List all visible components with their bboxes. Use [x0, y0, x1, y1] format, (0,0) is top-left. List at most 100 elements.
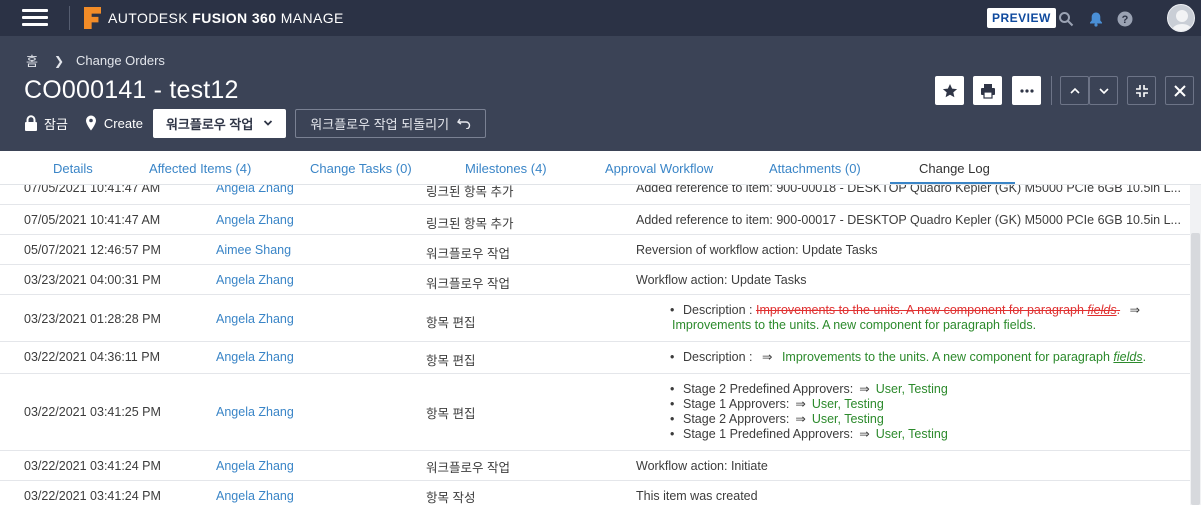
- log-user-link[interactable]: Aimee Shang: [216, 243, 291, 257]
- close-button[interactable]: [1165, 76, 1194, 105]
- app-title: AUTODESK FUSION 360 MANAGE: [108, 10, 344, 26]
- table-row: 03/23/2021 01:28:28 PM Angela Zhang 항목 편…: [0, 295, 1190, 342]
- undo-workflow-label: 워크플로우 작업 되돌리기: [310, 116, 450, 132]
- item-header: 홈 ❯ Change Orders CO000141 - test12 잠금 C…: [0, 36, 1201, 151]
- old-value-italic: fields: [1087, 303, 1117, 317]
- tab-details[interactable]: Details: [53, 161, 93, 176]
- collapse-button[interactable]: [1127, 76, 1156, 105]
- tab-bar: Details Affected Items (4) Change Tasks …: [0, 151, 1201, 185]
- svg-text:?: ?: [1122, 14, 1129, 26]
- change-field: Stage 1 Predefined Approvers:: [683, 427, 854, 441]
- fusion-logo: [84, 7, 101, 29]
- collapse-icon: [1135, 84, 1148, 97]
- change-arrow: ⇒: [761, 350, 773, 364]
- table-row: 03/22/2021 03:41:25 PM Angela Zhang 항목 편…: [0, 374, 1190, 451]
- log-action: 링크된 항목 추가: [426, 185, 514, 199]
- change-log-table: 07/05/2021 10:41:47 AM Angela Zhang 링크된 …: [0, 185, 1190, 505]
- undo-workflow-button[interactable]: 워크플로우 작업 되돌리기: [295, 108, 487, 138]
- log-action: 항목 작성: [426, 491, 476, 505]
- breadcrumb-section[interactable]: Change Orders: [76, 53, 165, 68]
- tab-change-log[interactable]: Change Log: [919, 161, 990, 176]
- edit-details: • Stage 2 Predefined Approvers: ⇒ User, Tes…: [670, 382, 948, 442]
- avatar[interactable]: [1167, 4, 1195, 32]
- status-row: 잠금 Create 워크플로우 작업 워크플로우 작업 되돌리기: [24, 108, 487, 138]
- bullet: •: [670, 350, 675, 364]
- log-action: 항목 편집: [426, 316, 476, 330]
- log-action: 항목 편집: [426, 407, 476, 421]
- tab-attachments[interactable]: Attachments (0): [769, 161, 861, 176]
- old-value: Improvements to the units. A new compone…: [756, 303, 1120, 317]
- product-name: FUSION 360: [192, 10, 277, 26]
- next-item-button[interactable]: [1089, 76, 1118, 105]
- old-value-text: Improvements to the units. A new compone…: [755, 303, 1088, 317]
- tab-affected-items[interactable]: Affected Items (4): [149, 161, 251, 176]
- location-pin-icon: [85, 115, 96, 131]
- log-user-link[interactable]: Angela Zhang: [216, 405, 294, 419]
- divider: [69, 6, 70, 30]
- log-description: Added reference to item: 900-00018 - DES…: [636, 185, 1181, 195]
- workflow-action-button[interactable]: 워크플로우 작업: [152, 108, 287, 138]
- log-date: 07/05/2021 10:41:47 AM: [24, 213, 161, 227]
- bullet: •: [670, 303, 675, 317]
- log-description: This item was created: [636, 489, 758, 503]
- preview-badge[interactable]: PREVIEW: [987, 8, 1056, 28]
- help-icon[interactable]: ?: [1117, 11, 1133, 27]
- bullet: •: [670, 412, 675, 426]
- change-field: Stage 2 Approvers:: [683, 412, 790, 426]
- edit-details: • Description : ⇒ Improvements to the uni…: [670, 350, 1146, 365]
- log-date: 07/05/2021 10:41:47 AM: [24, 185, 161, 195]
- log-action: 워크플로우 작업: [426, 247, 510, 261]
- edit-field-label: Description :: [683, 303, 753, 317]
- breadcrumb-home[interactable]: 홈: [26, 51, 38, 70]
- change-line: • Stage 2 Predefined Approvers: ⇒ User, Tes…: [670, 382, 948, 397]
- log-user-link[interactable]: Angela Zhang: [216, 459, 294, 473]
- chevron-right-icon: ❯: [53, 53, 65, 68]
- change-field: Stage 1 Approvers:: [683, 397, 790, 411]
- edit-details: • Description : Improvements to the units…: [670, 303, 1146, 333]
- chevron-down-icon: [264, 120, 273, 126]
- scrollbar-thumb[interactable]: [1191, 233, 1200, 505]
- lock-label: 잠금: [44, 116, 68, 132]
- log-date: 03/22/2021 03:41:24 PM: [24, 459, 161, 473]
- new-value: User, Testing: [875, 382, 948, 396]
- tab-approval-workflow[interactable]: Approval Workflow: [605, 161, 713, 176]
- search-icon[interactable]: [1058, 11, 1074, 27]
- bookmark-button[interactable]: [935, 76, 964, 105]
- active-tab-indicator: [890, 182, 1015, 184]
- log-action: 워크플로우 작업: [426, 277, 510, 291]
- log-user-link[interactable]: Angela Zhang: [216, 350, 294, 364]
- chevron-up-icon: [1069, 87, 1080, 94]
- close-icon: [1173, 84, 1186, 97]
- change-arrow: ⇒: [795, 397, 806, 411]
- old-value-end: .: [1116, 303, 1121, 317]
- log-user-link[interactable]: Angela Zhang: [216, 185, 294, 195]
- change-arrow: ⇒: [859, 382, 870, 396]
- table-row: 03/22/2021 03:41:24 PM Angela Zhang 항목 작…: [0, 481, 1190, 505]
- edit-field-label: Description :: [683, 350, 753, 364]
- print-button[interactable]: [973, 76, 1002, 105]
- star-icon: [942, 83, 957, 97]
- bullet: •: [670, 382, 675, 396]
- menu-icon[interactable]: [22, 9, 48, 27]
- module-name: MANAGE: [280, 10, 344, 26]
- log-user-link[interactable]: Angela Zhang: [216, 213, 294, 227]
- log-user-link[interactable]: Angela Zhang: [216, 312, 294, 326]
- more-options-button[interactable]: [1012, 76, 1041, 105]
- tab-milestones[interactable]: Milestones (4): [465, 161, 547, 176]
- change-field: Stage 2 Predefined Approvers:: [683, 382, 854, 396]
- table-row: 03/22/2021 04:36:11 PM Angela Zhang 항목 편…: [0, 342, 1190, 374]
- log-user-link[interactable]: Angela Zhang: [216, 273, 294, 287]
- change-line: • Stage 1 Predefined Approvers: ⇒ User, Tes…: [670, 427, 948, 442]
- change-line: • Stage 1 Approvers: ⇒ User, Testing: [670, 397, 948, 412]
- tab-change-tasks[interactable]: Change Tasks (0): [310, 161, 412, 176]
- new-value-end: .: [1142, 350, 1147, 364]
- previous-item-button[interactable]: [1060, 76, 1089, 105]
- new-value-text: Improvements to the units. A new compone…: [781, 350, 1114, 364]
- new-value: User, Testing: [875, 427, 948, 441]
- notification-bell-icon[interactable]: [1088, 11, 1104, 27]
- new-value: Improvements to the units. A new compone…: [672, 318, 1037, 332]
- change-arrow: ⇒: [1129, 303, 1141, 317]
- scrollbar[interactable]: [1190, 185, 1201, 505]
- log-user-link[interactable]: Angela Zhang: [216, 489, 294, 503]
- change-arrow: ⇒: [859, 427, 870, 441]
